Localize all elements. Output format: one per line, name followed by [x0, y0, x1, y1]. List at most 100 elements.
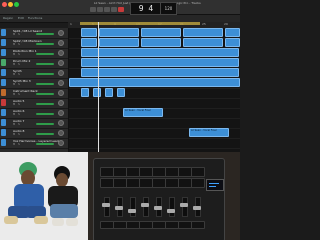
mute-button[interactable]: M [13, 43, 15, 46]
mute-button[interactable]: M [13, 33, 15, 36]
mute-button[interactable]: M [13, 83, 15, 86]
volume-fader[interactable] [36, 53, 54, 55]
audio-region[interactable] [225, 38, 240, 47]
functions-menu[interactable]: Functions [28, 16, 42, 20]
audio-region[interactable] [93, 88, 101, 97]
solo-button[interactable]: S [18, 63, 20, 66]
mute-button[interactable]: M [13, 133, 15, 136]
tempo-display[interactable]: 120 [160, 2, 177, 15]
solo-button[interactable]: S [18, 133, 20, 136]
zoom-window-button[interactable] [14, 2, 19, 7]
play-button[interactable] [111, 7, 117, 12]
mute-solo-buttons[interactable]: MS [13, 73, 20, 76]
audio-region[interactable] [183, 28, 223, 37]
volume-fader[interactable] [36, 63, 54, 65]
audio-region[interactable] [81, 38, 97, 47]
pan-knob[interactable] [58, 80, 64, 86]
audio-region[interactable] [225, 28, 240, 37]
pan-knob[interactable] [58, 140, 64, 146]
solo-button[interactable]: S [18, 83, 20, 86]
volume-fader[interactable] [36, 33, 54, 35]
audio-region[interactable] [99, 38, 139, 47]
solo-button[interactable]: S [18, 123, 20, 126]
mute-button[interactable]: M [13, 93, 15, 96]
audio-region[interactable] [183, 38, 223, 47]
mute-solo-buttons[interactable]: MS [13, 133, 20, 136]
mute-solo-buttons[interactable]: MS [13, 113, 20, 116]
arrange-area[interactable]: Lil Sean - Vocal Final Lil Sean - Vocal … [69, 28, 240, 152]
mute-solo-buttons[interactable]: MS [13, 63, 20, 66]
playhead[interactable] [98, 22, 99, 152]
mute-button[interactable]: M [13, 103, 15, 106]
audio-region[interactable] [105, 88, 113, 97]
solo-button[interactable]: S [18, 103, 20, 106]
track-header[interactable]: Vox Harmonies - Layered Lead M S [0, 138, 68, 149]
solo-button[interactable]: S [18, 143, 20, 146]
volume-fader[interactable] [36, 133, 54, 135]
record-button[interactable] [118, 7, 124, 12]
audio-region[interactable] [99, 28, 139, 37]
mute-button[interactable]: M [13, 73, 15, 76]
audio-region[interactable] [141, 38, 181, 47]
controller-screen [206, 179, 224, 191]
pan-knob[interactable] [58, 90, 64, 96]
pan-knob[interactable] [58, 60, 64, 66]
mute-solo-buttons[interactable]: MS [13, 43, 20, 46]
rewind-button[interactable] [90, 7, 96, 12]
volume-fader[interactable] [36, 73, 54, 75]
audio-region[interactable] [117, 88, 125, 97]
mute-solo-buttons[interactable]: MS [13, 93, 20, 96]
audio-region[interactable] [81, 58, 239, 67]
region-menu[interactable]: Region [3, 16, 13, 20]
minimize-window-button[interactable] [8, 2, 13, 7]
pan-knob[interactable] [58, 130, 64, 136]
ruler-mark: 25 [202, 22, 206, 26]
mute-solo-buttons[interactable]: MS [13, 33, 20, 36]
close-window-button[interactable] [2, 2, 7, 7]
mute-solo-buttons[interactable]: MS [13, 83, 20, 86]
region-name: Lil Sean - Vocal Final [191, 129, 217, 132]
volume-fader[interactable] [36, 103, 54, 105]
volume-fader[interactable] [36, 143, 54, 145]
volume-fader[interactable] [36, 43, 54, 45]
pan-knob[interactable] [58, 70, 64, 76]
mute-solo-buttons[interactable]: MS [13, 123, 20, 126]
audio-region[interactable] [81, 28, 97, 37]
pan-knob[interactable] [58, 50, 64, 56]
audio-region[interactable] [81, 48, 239, 57]
mute-solo-buttons[interactable]: MS [13, 143, 20, 146]
solo-button[interactable]: S [18, 73, 20, 76]
audio-region[interactable] [81, 68, 239, 77]
solo-button[interactable]: S [18, 33, 20, 36]
mute-button[interactable]: M [13, 53, 15, 56]
controller-fader [104, 197, 110, 217]
solo-button[interactable]: S [18, 93, 20, 96]
edit-menu[interactable]: Edit [18, 16, 24, 20]
position-display[interactable]: 9 4 [130, 2, 162, 15]
volume-fader[interactable] [36, 93, 54, 95]
mute-button[interactable]: M [13, 63, 15, 66]
vocal-region[interactable]: Lil Sean - Vocal Final [123, 108, 163, 117]
vocal-region[interactable]: Lil Sean - Vocal Final [189, 128, 229, 137]
pan-knob[interactable] [58, 30, 64, 36]
solo-button[interactable]: S [18, 43, 20, 46]
volume-fader[interactable] [36, 83, 54, 85]
pan-knob[interactable] [58, 110, 64, 116]
mute-button[interactable]: M [13, 143, 15, 146]
audio-region[interactable] [141, 28, 181, 37]
pan-knob[interactable] [58, 120, 64, 126]
audio-region[interactable] [69, 78, 240, 87]
volume-fader[interactable] [36, 123, 54, 125]
mute-solo-buttons[interactable]: MS [13, 103, 20, 106]
mute-button[interactable]: M [13, 123, 15, 126]
pan-knob[interactable] [58, 100, 64, 106]
volume-fader[interactable] [36, 113, 54, 115]
pan-knob[interactable] [58, 40, 64, 46]
solo-button[interactable]: S [18, 113, 20, 116]
mute-button[interactable]: M [13, 113, 15, 116]
audio-region[interactable] [81, 88, 89, 97]
solo-button[interactable]: S [18, 53, 20, 56]
forward-button[interactable] [97, 7, 103, 12]
mute-solo-buttons[interactable]: MS [13, 53, 20, 56]
stop-button[interactable] [104, 7, 110, 12]
